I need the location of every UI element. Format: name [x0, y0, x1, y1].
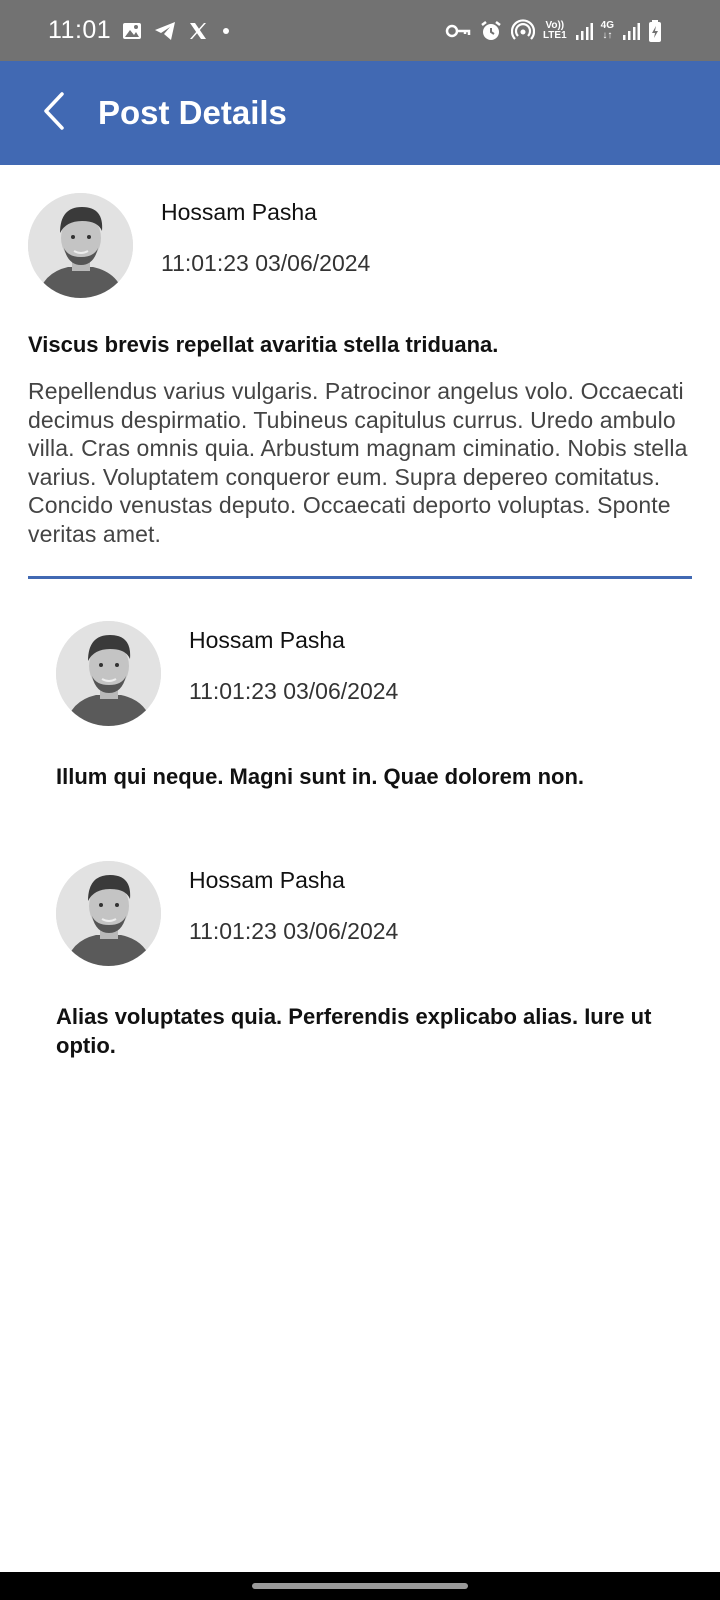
- x-icon: [187, 20, 209, 42]
- status-time: 11:01: [48, 16, 112, 44]
- navigation-bar: [0, 1572, 720, 1600]
- back-button[interactable]: [20, 78, 90, 148]
- post-author-row: Hossam Pasha 11:01:23 03/06/2024: [28, 193, 692, 298]
- post-title: Viscus brevis repellat avaritia stella t…: [28, 332, 499, 357]
- app-bar: Post Details: [0, 61, 720, 165]
- volte-indicator: Vo)) LTE1: [542, 20, 567, 41]
- comment-author-info: Hossam Pasha 11:01:23 03/06/2024: [189, 861, 398, 945]
- telegram-icon: [153, 20, 177, 42]
- comment-item: Hossam Pasha 11:01:23 03/06/2024 Illum q…: [0, 579, 720, 791]
- network-type-label: 4G: [600, 19, 614, 31]
- chevron-left-icon: [40, 91, 70, 136]
- comment-timestamp: 11:01:23 03/06/2024: [189, 918, 399, 944]
- comment-timestamp: 11:01:23 03/06/2024: [189, 678, 399, 704]
- comment-author-name[interactable]: Hossam Pasha: [189, 867, 398, 894]
- post-details-content: Hossam Pasha 11:01:23 03/06/2024 Viscus …: [0, 165, 720, 1060]
- page-title: Post Details: [98, 94, 287, 131]
- network-type-indicator: 4G ↓↑: [600, 19, 614, 41]
- avatar[interactable]: [56, 861, 161, 966]
- post-timestamp: 11:01:23 03/06/2024: [161, 250, 371, 276]
- vpn-key-icon: [445, 20, 471, 42]
- battery-charging-icon: [648, 19, 662, 43]
- post: Hossam Pasha 11:01:23 03/06/2024 Viscus …: [0, 165, 720, 548]
- comment-author-row: Hossam Pasha 11:01:23 03/06/2024: [56, 621, 692, 726]
- post-body: Repellendus varius vulgaris. Patrocinor …: [28, 378, 688, 547]
- dot-icon: [219, 20, 233, 42]
- status-left: 11:01: [48, 16, 233, 45]
- alarm-icon: [479, 19, 503, 43]
- status-right: Vo)) LTE1 4G ↓↑: [445, 18, 662, 43]
- status-bar: 11:01 Vo)) LTE1 4G ↓↑: [0, 0, 720, 61]
- home-gesture-handle[interactable]: [252, 1583, 468, 1589]
- avatar[interactable]: [56, 621, 161, 726]
- avatar[interactable]: [28, 193, 133, 298]
- hotspot-icon: [510, 18, 535, 43]
- comment-text: Illum qui neque. Magni sunt in. Quae dol…: [56, 764, 585, 789]
- comment-text: Alias voluptates quia. Perferendis expli…: [56, 1004, 652, 1058]
- author-name[interactable]: Hossam Pasha: [161, 199, 370, 226]
- comment-author-info: Hossam Pasha 11:01:23 03/06/2024: [189, 621, 398, 705]
- comment-author-name[interactable]: Hossam Pasha: [189, 627, 398, 654]
- signal-icon: [622, 21, 640, 41]
- volte-bottom-label: LTE1: [542, 29, 567, 41]
- image-icon: [121, 20, 143, 42]
- post-author-info: Hossam Pasha 11:01:23 03/06/2024: [161, 193, 370, 277]
- comment-item: Hossam Pasha 11:01:23 03/06/2024 Alias v…: [0, 791, 720, 1060]
- comment-author-row: Hossam Pasha 11:01:23 03/06/2024: [56, 861, 692, 966]
- signal-icon: [575, 21, 593, 41]
